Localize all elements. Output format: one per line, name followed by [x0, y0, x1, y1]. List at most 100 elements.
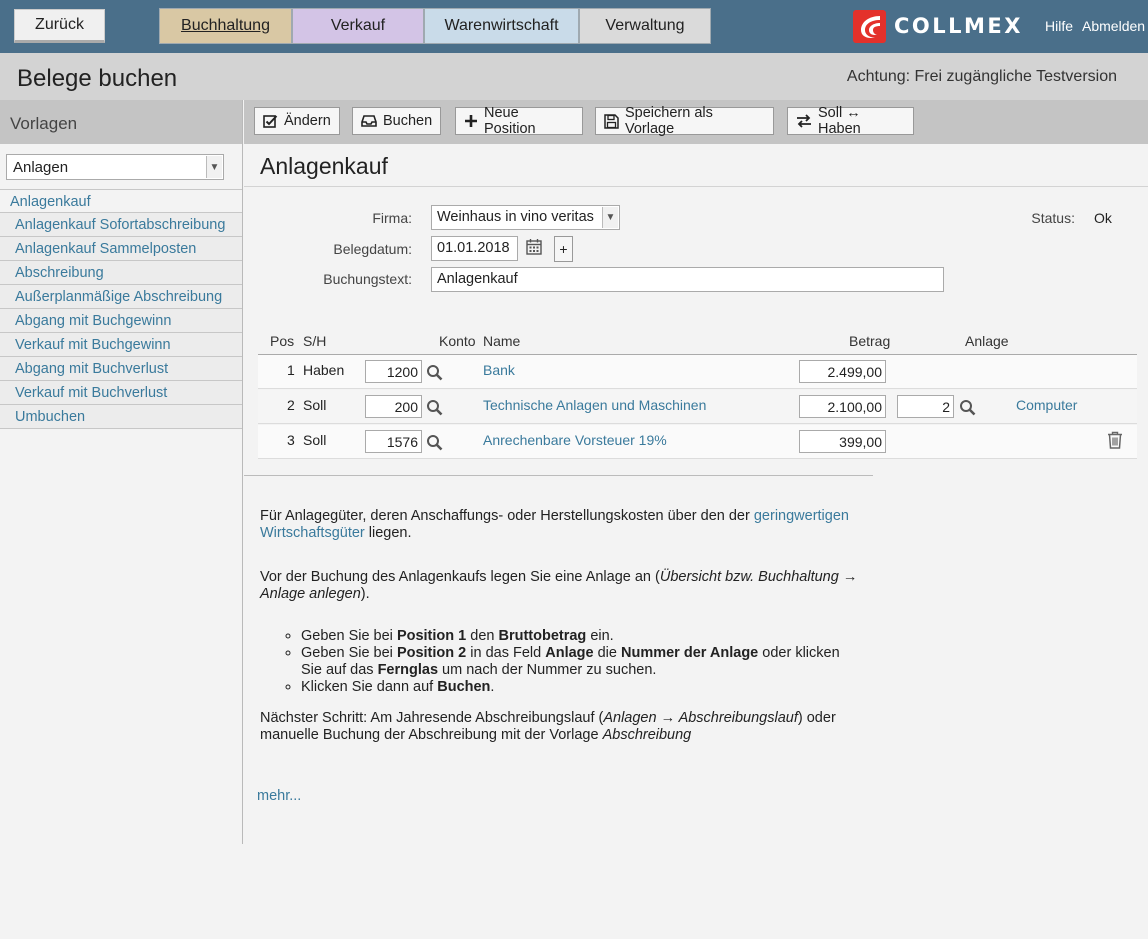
row-pos: 1 [287, 362, 295, 378]
test-version-warning: Achtung: Frei zugängliche Testversion [846, 68, 1117, 85]
buchungstext-input[interactable]: Anlagenkauf [431, 267, 944, 292]
logout-link[interactable]: Abmelden [1082, 18, 1145, 34]
search-icon[interactable] [426, 434, 443, 454]
trash-icon[interactable] [1107, 431, 1123, 452]
edit-button[interactable]: Ändern [254, 107, 340, 135]
new-position-label: Neue Position [484, 105, 536, 137]
search-icon[interactable] [426, 364, 443, 384]
row-sh: Soll [303, 432, 327, 448]
account-name-link[interactable]: Technische Anlagen und Maschinen [483, 397, 706, 413]
page-title: Belege buchen [17, 65, 178, 92]
help-link[interactable]: Hilfe [1045, 18, 1073, 34]
row-pos: 3 [287, 432, 295, 448]
firma-select[interactable]: Weinhaus in vino veritas ▼ [431, 205, 620, 230]
help-step: Geben Sie bei Position 2 in das Feld Anl… [301, 645, 860, 679]
swap-debit-credit-button[interactable]: Soll ↔ Haben [787, 105, 914, 137]
chevron-down-icon: ▼ [206, 156, 222, 178]
template-category-select[interactable]: Anlagen ▼ [6, 154, 224, 180]
account-name-link[interactable]: Bank [483, 362, 515, 378]
checkbox-edit-icon [263, 114, 278, 129]
template-item[interactable]: Umbuchen [0, 405, 242, 429]
help-text: Vor der Buchung des Anlagenkaufs legen S… [260, 569, 660, 585]
plus-icon [464, 114, 478, 128]
search-icon[interactable] [959, 399, 976, 419]
post-button-label: Buchen [383, 113, 433, 129]
col-header-name: Name [483, 333, 521, 349]
account-name-link[interactable]: Anrechenbare Vorsteuer 19% [483, 432, 667, 448]
belegdatum-input[interactable]: 01.01.2018 [431, 236, 518, 261]
help-paragraph-3: Nächster Schritt: Am Jahresende Abschrei… [260, 710, 836, 743]
template-item[interactable]: Abgang mit Buchverlust [0, 357, 242, 381]
template-item[interactable]: Abschreibung [0, 261, 242, 285]
template-item-anlagenkauf[interactable]: Anlagenkauf [0, 189, 242, 213]
template-item[interactable]: Anlagenkauf Sammelposten [0, 237, 242, 261]
col-header-betrag: Betrag [849, 333, 891, 349]
template-item[interactable]: Außerplanmäßige Abschreibung [0, 285, 242, 309]
save-as-template-label: Speichern als Vorlage [625, 105, 713, 137]
swap-arrows-icon [796, 114, 812, 128]
date-increment-button[interactable]: + [554, 236, 573, 262]
post-button[interactable]: Buchen [352, 107, 441, 135]
tab-verkauf[interactable]: Verkauf [292, 8, 424, 44]
save-as-template-button[interactable]: Speichern als Vorlage [595, 105, 774, 137]
anlage-input[interactable]: 2 [897, 395, 954, 418]
table-row: 3 Soll 1576 Anrechenbare Vorsteuer 19% 3… [258, 425, 1137, 459]
edit-button-label: Ändern [284, 113, 331, 129]
betrag-input[interactable]: 399,00 [799, 430, 886, 453]
divider [244, 186, 1148, 187]
template-category-value: Anlagen [13, 159, 69, 176]
konto-input[interactable]: 1576 [365, 430, 422, 453]
calendar-icon[interactable] [526, 238, 542, 258]
col-header-sh: S/H [303, 333, 327, 349]
konto-input[interactable]: 1200 [365, 360, 422, 383]
table-row: 1 Haben 1200 Bank 2.499,00 [258, 355, 1137, 389]
col-header-pos: Pos [270, 333, 295, 349]
top-links: Hilfe Abmelden [1045, 18, 1145, 34]
asset-name-link[interactable]: Computer [1016, 397, 1077, 413]
more-link[interactable]: mehr... [257, 788, 301, 804]
template-item[interactable]: Anlagenkauf Sofortabschreibung [0, 213, 242, 237]
inbox-icon [361, 114, 377, 128]
tab-warenwirtschaft[interactable]: Warenwirtschaft [424, 8, 579, 44]
betrag-input[interactable]: 2.100,00 [799, 395, 886, 418]
help-step: Klicken Sie dann auf Buchen. [301, 679, 860, 696]
row-sh: Haben [303, 362, 345, 378]
templates-sidebar: Vorlagen Anlagen ▼ Anlagenkauf Anlagenka… [0, 100, 243, 844]
logo-mark-icon [853, 9, 886, 43]
divider [244, 475, 873, 476]
collmex-logo[interactable]: COLLMEX [853, 9, 1023, 43]
template-item[interactable]: Verkauf mit Buchverlust [0, 381, 242, 405]
chevron-down-icon: ▼ [602, 207, 618, 228]
help-text: Für Anlagegüter, deren Anschaffungs- ode… [260, 508, 754, 524]
new-position-button[interactable]: Neue Position [455, 105, 583, 137]
main-tabs: Buchhaltung Verkauf Warenwirtschaft Verw… [159, 8, 711, 44]
template-item[interactable]: Verkauf mit Buchgewinn [0, 333, 242, 357]
action-toolbar: Ändern Buchen Neue Position Speichern al… [244, 100, 1148, 144]
floppy-disk-icon [604, 113, 619, 129]
tab-verwaltung[interactable]: Verwaltung [579, 8, 711, 44]
status-label: Status: [1031, 210, 1075, 226]
status-value: Ok [1094, 210, 1112, 226]
sidebar-heading: Vorlagen [0, 100, 242, 144]
col-header-anlage: Anlage [965, 333, 1009, 349]
logo-text: COLLMEX [894, 14, 1023, 38]
form-title: Anlagenkauf [260, 153, 388, 179]
row-pos: 2 [287, 397, 295, 413]
swap-debit-credit-label: Soll ↔ Haben [818, 105, 861, 137]
firma-value: Weinhaus in vino veritas [437, 209, 594, 225]
help-text: ). [360, 586, 370, 602]
help-text: liegen. [364, 525, 412, 541]
belegdatum-label: Belegdatum: [333, 241, 412, 257]
firma-label: Firma: [372, 210, 412, 226]
konto-input[interactable]: 200 [365, 395, 422, 418]
help-paragraph-2: Vor der Buchung des Anlagenkaufs legen S… [260, 569, 860, 603]
search-icon[interactable] [426, 399, 443, 419]
buchungstext-label: Buchungstext: [323, 271, 412, 287]
tab-buchhaltung[interactable]: Buchhaltung [159, 8, 292, 44]
title-bar: Belege buchen Achtung: Frei zugängliche … [0, 53, 1148, 100]
template-list: Anlagenkauf Anlagenkauf Sofortabschreibu… [0, 189, 242, 429]
template-item[interactable]: Abgang mit Buchgewinn [0, 309, 242, 333]
betrag-input[interactable]: 2.499,00 [799, 360, 886, 383]
back-button[interactable]: Zurück [14, 9, 105, 43]
help-step: Geben Sie bei Position 1 den Bruttobetra… [301, 628, 860, 645]
